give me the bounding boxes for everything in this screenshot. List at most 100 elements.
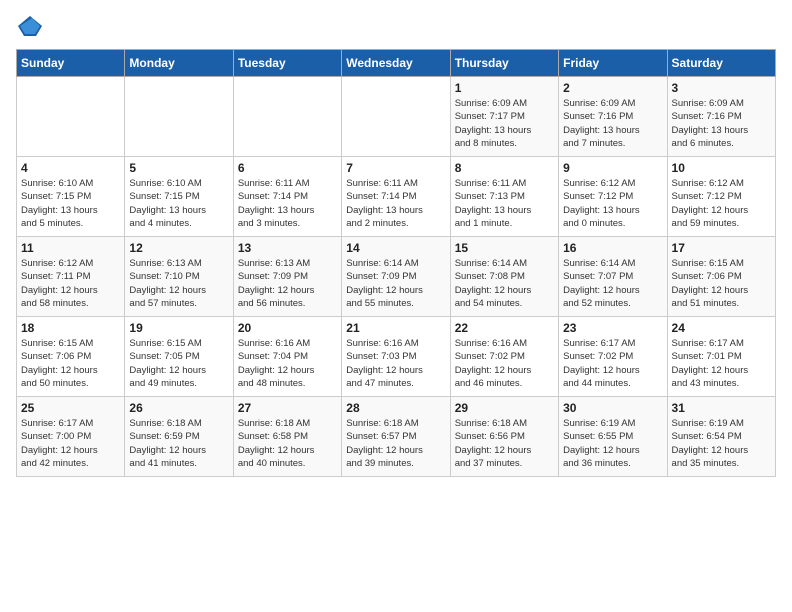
day-info: Sunrise: 6:19 AM Sunset: 6:54 PM Dayligh… bbox=[672, 417, 771, 470]
day-number: 24 bbox=[672, 321, 771, 335]
day-number: 11 bbox=[21, 241, 120, 255]
calendar-cell: 31 Sunrise: 6:19 AM Sunset: 6:54 PM Dayli… bbox=[667, 397, 775, 477]
calendar-cell bbox=[125, 77, 233, 157]
calendar-cell: 29 Sunrise: 6:18 AM Sunset: 6:56 PM Dayli… bbox=[450, 397, 558, 477]
day-info: Sunrise: 6:19 AM Sunset: 6:55 PM Dayligh… bbox=[563, 417, 662, 470]
calendar-cell: 11 Sunrise: 6:12 AM Sunset: 7:11 PM Dayli… bbox=[17, 237, 125, 317]
calendar-cell bbox=[342, 77, 450, 157]
day-number: 12 bbox=[129, 241, 228, 255]
day-info: Sunrise: 6:14 AM Sunset: 7:08 PM Dayligh… bbox=[455, 257, 554, 310]
day-number: 1 bbox=[455, 81, 554, 95]
col-header-saturday: Saturday bbox=[667, 50, 775, 77]
calendar-cell: 10 Sunrise: 6:12 AM Sunset: 7:12 PM Dayli… bbox=[667, 157, 775, 237]
day-info: Sunrise: 6:12 AM Sunset: 7:12 PM Dayligh… bbox=[563, 177, 662, 230]
day-info: Sunrise: 6:11 AM Sunset: 7:13 PM Dayligh… bbox=[455, 177, 554, 230]
calendar-table: SundayMondayTuesdayWednesdayThursdayFrid… bbox=[16, 49, 776, 477]
day-number: 25 bbox=[21, 401, 120, 415]
day-info: Sunrise: 6:16 AM Sunset: 7:03 PM Dayligh… bbox=[346, 337, 445, 390]
calendar-cell: 23Sunrise: 6:17 AM Sunset: 7:02 PM Dayli… bbox=[559, 317, 667, 397]
col-header-monday: Monday bbox=[125, 50, 233, 77]
day-number: 4 bbox=[21, 161, 120, 175]
calendar-cell: 25 Sunrise: 6:17 AM Sunset: 7:00 PM Dayli… bbox=[17, 397, 125, 477]
day-number: 20 bbox=[238, 321, 337, 335]
day-info: Sunrise: 6:13 AM Sunset: 7:10 PM Dayligh… bbox=[129, 257, 228, 310]
day-number: 8 bbox=[455, 161, 554, 175]
day-info: Sunrise: 6:11 AM Sunset: 7:14 PM Dayligh… bbox=[238, 177, 337, 230]
day-number: 7 bbox=[346, 161, 445, 175]
calendar-cell: 5 Sunrise: 6:10 AM Sunset: 7:15 PM Daylig… bbox=[125, 157, 233, 237]
day-info: Sunrise: 6:09 AM Sunset: 7:17 PM Dayligh… bbox=[455, 97, 554, 150]
day-info: Sunrise: 6:15 AM Sunset: 7:06 PM Dayligh… bbox=[672, 257, 771, 310]
calendar-cell: 2 Sunrise: 6:09 AM Sunset: 7:16 PM Daylig… bbox=[559, 77, 667, 157]
day-info: Sunrise: 6:11 AM Sunset: 7:14 PM Dayligh… bbox=[346, 177, 445, 230]
calendar-cell: 18 Sunrise: 6:15 AM Sunset: 7:06 PM Dayli… bbox=[17, 317, 125, 397]
calendar-cell: 28 Sunrise: 6:18 AM Sunset: 6:57 PM Dayli… bbox=[342, 397, 450, 477]
day-info: Sunrise: 6:18 AM Sunset: 6:59 PM Dayligh… bbox=[129, 417, 228, 470]
day-number: 10 bbox=[672, 161, 771, 175]
calendar-cell: 21Sunrise: 6:16 AM Sunset: 7:03 PM Dayli… bbox=[342, 317, 450, 397]
calendar-cell: 15 Sunrise: 6:14 AM Sunset: 7:08 PM Dayli… bbox=[450, 237, 558, 317]
day-info: Sunrise: 6:09 AM Sunset: 7:16 PM Dayligh… bbox=[563, 97, 662, 150]
calendar-cell: 1 Sunrise: 6:09 AM Sunset: 7:17 PM Daylig… bbox=[450, 77, 558, 157]
day-number: 30 bbox=[563, 401, 662, 415]
header bbox=[16, 16, 776, 41]
day-number: 31 bbox=[672, 401, 771, 415]
day-number: 29 bbox=[455, 401, 554, 415]
day-info: Sunrise: 6:10 AM Sunset: 7:15 PM Dayligh… bbox=[21, 177, 120, 230]
day-info: Sunrise: 6:17 AM Sunset: 7:00 PM Dayligh… bbox=[21, 417, 120, 470]
day-info: Sunrise: 6:16 AM Sunset: 7:02 PM Dayligh… bbox=[455, 337, 554, 390]
calendar-week-3: 11 Sunrise: 6:12 AM Sunset: 7:11 PM Dayli… bbox=[17, 237, 776, 317]
day-number: 5 bbox=[129, 161, 228, 175]
calendar-cell: 19 Sunrise: 6:15 AM Sunset: 7:05 PM Dayli… bbox=[125, 317, 233, 397]
col-header-friday: Friday bbox=[559, 50, 667, 77]
calendar-cell: 9 Sunrise: 6:12 AM Sunset: 7:12 PM Daylig… bbox=[559, 157, 667, 237]
calendar-cell: 17Sunrise: 6:15 AM Sunset: 7:06 PM Dayli… bbox=[667, 237, 775, 317]
day-info: Sunrise: 6:15 AM Sunset: 7:05 PM Dayligh… bbox=[129, 337, 228, 390]
calendar-cell: 24Sunrise: 6:17 AM Sunset: 7:01 PM Dayli… bbox=[667, 317, 775, 397]
day-info: Sunrise: 6:15 AM Sunset: 7:06 PM Dayligh… bbox=[21, 337, 120, 390]
day-number: 22 bbox=[455, 321, 554, 335]
calendar-cell: 13Sunrise: 6:13 AM Sunset: 7:09 PM Dayli… bbox=[233, 237, 341, 317]
day-number: 19 bbox=[129, 321, 228, 335]
day-number: 2 bbox=[563, 81, 662, 95]
col-header-wednesday: Wednesday bbox=[342, 50, 450, 77]
col-header-tuesday: Tuesday bbox=[233, 50, 341, 77]
calendar-cell: 22 Sunrise: 6:16 AM Sunset: 7:02 PM Dayli… bbox=[450, 317, 558, 397]
calendar-cell: 30 Sunrise: 6:19 AM Sunset: 6:55 PM Dayli… bbox=[559, 397, 667, 477]
calendar-cell bbox=[233, 77, 341, 157]
day-info: Sunrise: 6:12 AM Sunset: 7:12 PM Dayligh… bbox=[672, 177, 771, 230]
calendar-cell: 7 Sunrise: 6:11 AM Sunset: 7:14 PM Daylig… bbox=[342, 157, 450, 237]
calendar-week-5: 25 Sunrise: 6:17 AM Sunset: 7:00 PM Dayli… bbox=[17, 397, 776, 477]
col-header-thursday: Thursday bbox=[450, 50, 558, 77]
day-number: 16 bbox=[563, 241, 662, 255]
day-info: Sunrise: 6:18 AM Sunset: 6:58 PM Dayligh… bbox=[238, 417, 337, 470]
day-number: 26 bbox=[129, 401, 228, 415]
day-info: Sunrise: 6:13 AM Sunset: 7:09 PM Dayligh… bbox=[238, 257, 337, 310]
day-info: Sunrise: 6:09 AM Sunset: 7:16 PM Dayligh… bbox=[672, 97, 771, 150]
day-number: 3 bbox=[672, 81, 771, 95]
calendar-week-2: 4 Sunrise: 6:10 AM Sunset: 7:15 PM Daylig… bbox=[17, 157, 776, 237]
day-info: Sunrise: 6:12 AM Sunset: 7:11 PM Dayligh… bbox=[21, 257, 120, 310]
day-number: 15 bbox=[455, 241, 554, 255]
calendar-cell: 27 Sunrise: 6:18 AM Sunset: 6:58 PM Dayli… bbox=[233, 397, 341, 477]
day-info: Sunrise: 6:16 AM Sunset: 7:04 PM Dayligh… bbox=[238, 337, 337, 390]
calendar-cell: 14 Sunrise: 6:14 AM Sunset: 7:09 PM Dayli… bbox=[342, 237, 450, 317]
day-number: 14 bbox=[346, 241, 445, 255]
day-info: Sunrise: 6:18 AM Sunset: 6:57 PM Dayligh… bbox=[346, 417, 445, 470]
day-info: Sunrise: 6:18 AM Sunset: 6:56 PM Dayligh… bbox=[455, 417, 554, 470]
day-info: Sunrise: 6:10 AM Sunset: 7:15 PM Dayligh… bbox=[129, 177, 228, 230]
day-number: 6 bbox=[238, 161, 337, 175]
calendar-week-4: 18 Sunrise: 6:15 AM Sunset: 7:06 PM Dayli… bbox=[17, 317, 776, 397]
col-header-sunday: Sunday bbox=[17, 50, 125, 77]
calendar-cell: 26 Sunrise: 6:18 AM Sunset: 6:59 PM Dayli… bbox=[125, 397, 233, 477]
day-info: Sunrise: 6:14 AM Sunset: 7:07 PM Dayligh… bbox=[563, 257, 662, 310]
day-number: 27 bbox=[238, 401, 337, 415]
calendar-cell: 20 Sunrise: 6:16 AM Sunset: 7:04 PM Dayli… bbox=[233, 317, 341, 397]
calendar-cell: 3 Sunrise: 6:09 AM Sunset: 7:16 PM Daylig… bbox=[667, 77, 775, 157]
day-info: Sunrise: 6:14 AM Sunset: 7:09 PM Dayligh… bbox=[346, 257, 445, 310]
day-number: 9 bbox=[563, 161, 662, 175]
day-info: Sunrise: 6:17 AM Sunset: 7:02 PM Dayligh… bbox=[563, 337, 662, 390]
calendar-cell: 6 Sunrise: 6:11 AM Sunset: 7:14 PM Daylig… bbox=[233, 157, 341, 237]
day-number: 18 bbox=[21, 321, 120, 335]
day-number: 28 bbox=[346, 401, 445, 415]
